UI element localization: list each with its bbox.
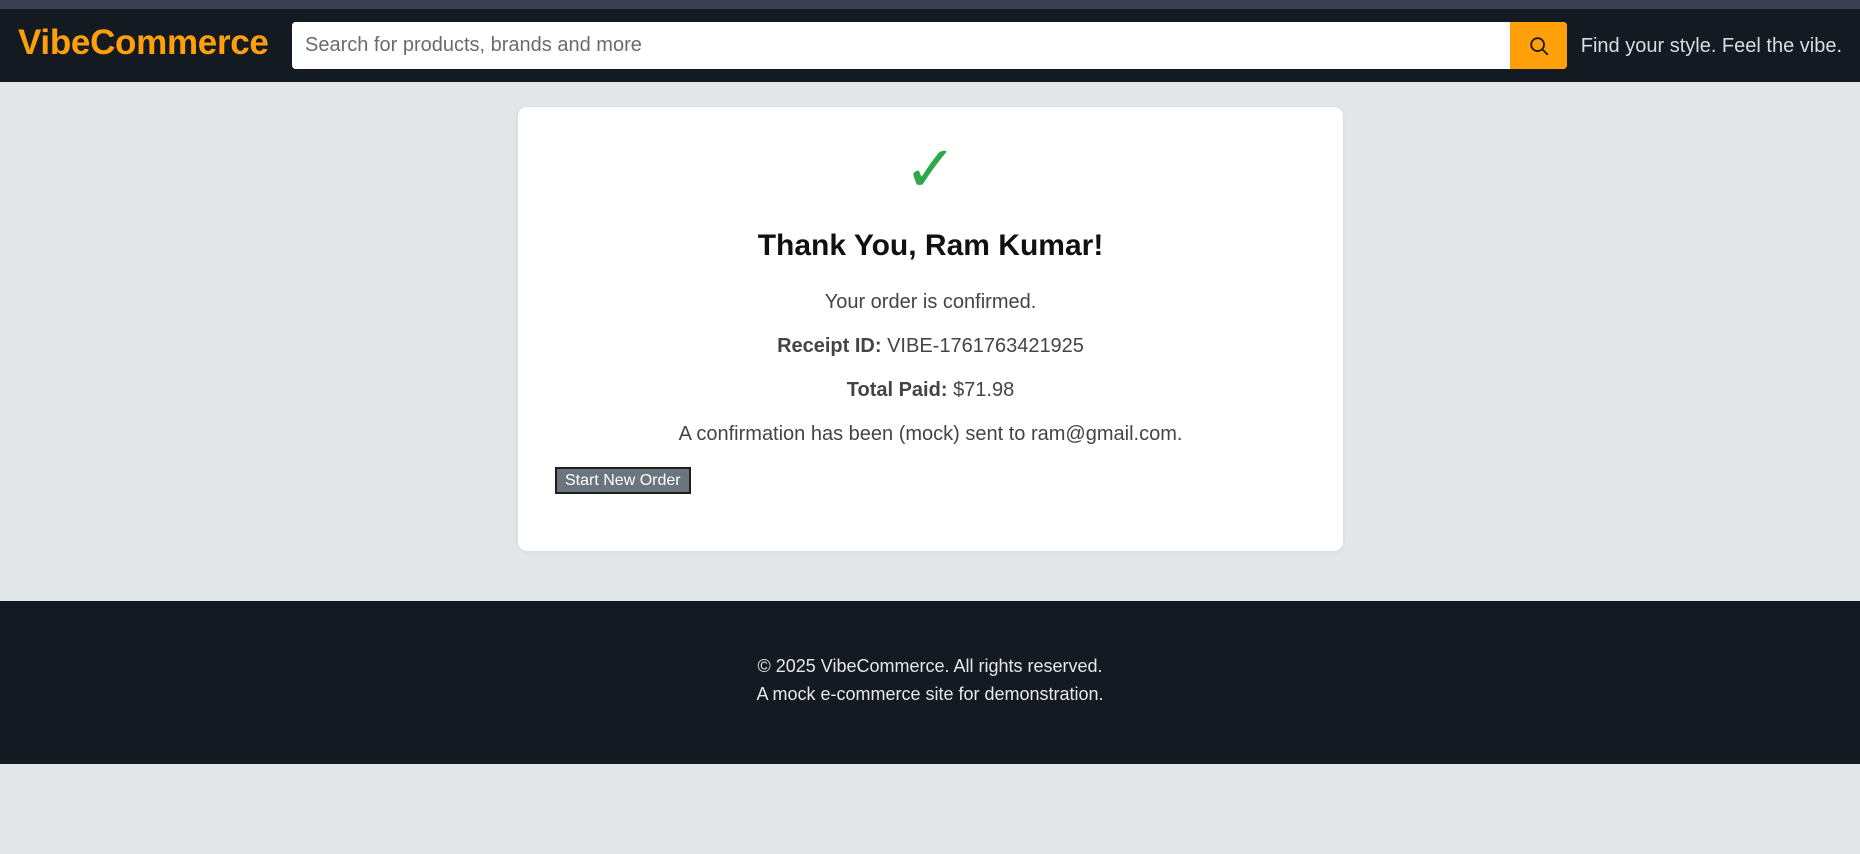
search-input[interactable] bbox=[292, 22, 1510, 69]
check-icon: ✓ bbox=[903, 133, 958, 207]
footer-copyright: © 2025 VibeCommerce. All rights reserved… bbox=[757, 656, 1103, 676]
receipt-id-row: Receipt ID: VIBE-1761763421925 bbox=[518, 335, 1343, 358]
total-paid-value: $71.98 bbox=[953, 379, 1015, 401]
site-header: VibeCommerce Find your style. Feel the v… bbox=[0, 9, 1860, 82]
search-bar bbox=[292, 22, 1567, 69]
start-new-order-button[interactable]: Start New Order bbox=[555, 467, 691, 494]
total-paid-label: Total Paid: bbox=[846, 379, 948, 401]
receipt-id-label: Receipt ID: bbox=[777, 335, 882, 357]
order-confirmation-card: ✓ Thank You, Ram Kumar! Your order is co… bbox=[518, 107, 1343, 551]
search-button[interactable] bbox=[1510, 22, 1567, 69]
email-confirmation-note: A confirmation has been (mock) sent to r… bbox=[678, 423, 1183, 445]
footer-note: A mock e-commerce site for demonstration… bbox=[756, 684, 1104, 704]
receipt-id-value: VIBE-1761763421925 bbox=[887, 335, 1084, 357]
site-tagline: Find your style. Feel the vibe. bbox=[1580, 35, 1842, 57]
search-icon bbox=[1529, 36, 1548, 55]
confirmation-message: Your order is confirmed. bbox=[824, 291, 1037, 313]
total-paid-row: Total Paid: $71.98 bbox=[518, 379, 1343, 402]
site-logo[interactable]: VibeCommerce bbox=[18, 23, 269, 63]
confirmation-title: Thank You, Ram Kumar! bbox=[757, 229, 1104, 262]
browser-top-strip bbox=[0, 0, 1860, 9]
site-footer: © 2025 VibeCommerce. All rights reserved… bbox=[0, 601, 1860, 764]
